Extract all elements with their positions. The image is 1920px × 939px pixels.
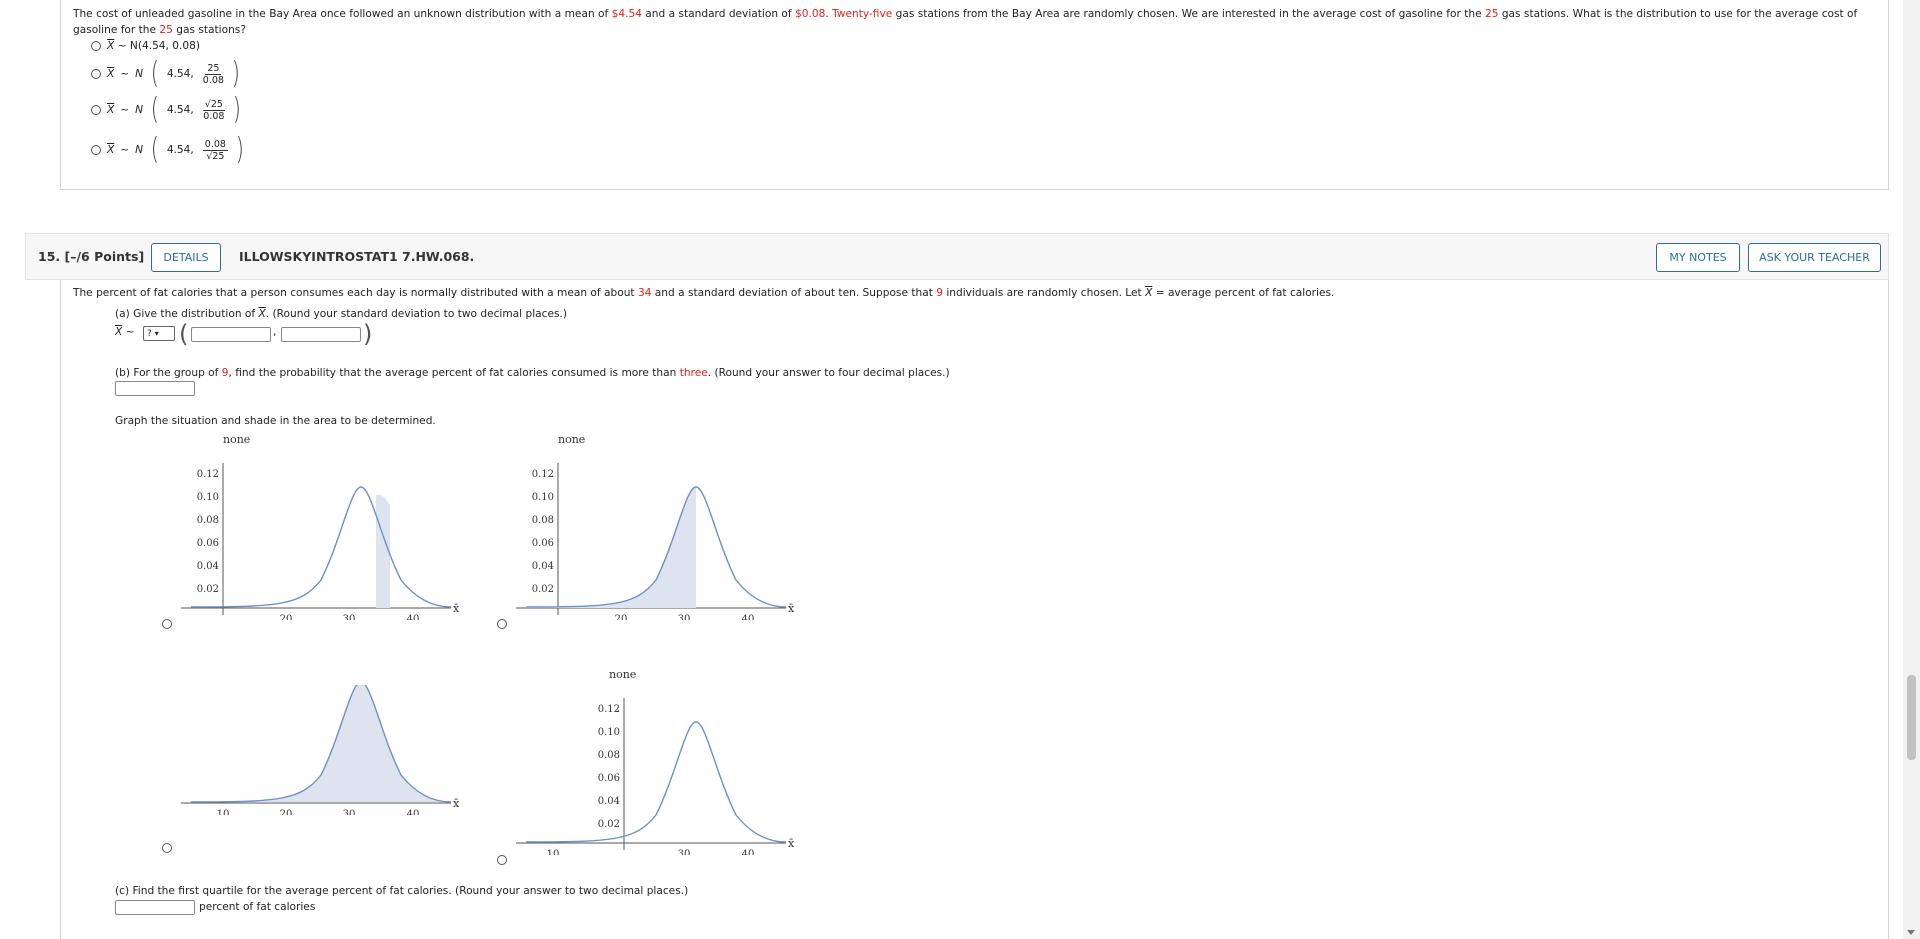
svg-text:10: 10 (547, 849, 560, 855)
radio-button[interactable] (91, 105, 101, 115)
graph-2-svg: none 0.12 0.10 0.08 0.06 0.04 0.02 20 30… (516, 433, 795, 625)
svg-text:40: 40 (407, 614, 420, 620)
question-14-text: The cost of unleaded gasoline in the Bay… (73, 8, 1858, 36)
x-ticks: 20 30 40 (280, 614, 420, 625)
graph-title: none (609, 668, 636, 681)
svg-text:20: 20 (615, 614, 628, 620)
svg-text:40: 40 (407, 809, 420, 815)
x-axis-label: x̄ (788, 602, 795, 615)
radio-button[interactable] (91, 145, 101, 155)
svg-text:20: 20 (280, 614, 293, 620)
svg-text:0.10: 0.10 (197, 492, 219, 503)
graph-option-4: none 0.12 0.10 0.08 0.06 0.04 0.02 10 30… (496, 665, 796, 860)
part-c-prompt: (c) Find the first quartile for the aver… (115, 885, 689, 897)
my-notes-button[interactable]: MY NOTES (1656, 243, 1740, 272)
svg-text:0.04: 0.04 (598, 796, 620, 807)
first-quartile-input[interactable] (115, 900, 195, 915)
svg-text:0.02: 0.02 (197, 584, 219, 595)
x-axis-label: x̄ (453, 602, 460, 615)
left-paren: ( (179, 320, 189, 348)
svg-text:30: 30 (343, 809, 356, 815)
question-15-intro: The percent of fat calories that a perso… (73, 287, 1335, 299)
svg-text:30: 30 (678, 849, 691, 855)
normal-curve (525, 721, 787, 843)
shaded-area (191, 682, 451, 802)
svg-text:0.08: 0.08 (598, 750, 620, 761)
svg-text:0.10: 0.10 (532, 492, 554, 503)
shaded-area (376, 494, 390, 608)
details-button[interactable]: DETAILS (151, 243, 221, 272)
svg-text:0.08: 0.08 (197, 515, 219, 526)
question-14-box: The cost of unleaded gasoline in the Bay… (60, 0, 1889, 190)
x-ticks: 10 30 40 (547, 849, 755, 860)
graph-option-1-radio[interactable] (162, 619, 172, 629)
graph-option-2-radio[interactable] (497, 619, 507, 629)
graph-option-2: none 0.12 0.10 0.08 0.06 0.04 0.02 20 30… (496, 430, 796, 625)
scroll-down-icon[interactable] (1907, 930, 1915, 935)
svg-text:0.12: 0.12 (532, 469, 554, 480)
y-ticks: 0.12 0.10 0.08 0.06 0.04 0.02 (197, 469, 219, 595)
radio-button[interactable] (91, 41, 101, 51)
svg-text:0.04: 0.04 (197, 561, 219, 572)
part-a-prompt: (a) Give the distribution of X. (Round y… (115, 308, 568, 320)
ask-your-teacher-button[interactable]: ASK YOUR TEACHER (1748, 243, 1881, 272)
question-number: 15. [–/6 Points] (38, 249, 145, 264)
normal-curve (190, 486, 452, 608)
y-ticks: 0.12 0.10 0.08 0.06 0.04 0.02 (598, 704, 620, 830)
x-ticks: 10 20 30 40 (217, 809, 420, 820)
graph-title: none (558, 433, 585, 446)
svg-text:0.10: 0.10 (598, 727, 620, 738)
svg-text:0.12: 0.12 (197, 469, 219, 480)
svg-text:0.06: 0.06 (197, 538, 219, 549)
svg-text:0.12: 0.12 (598, 704, 620, 715)
part-c-unit: percent of fat calories (199, 901, 316, 913)
svg-text:0.02: 0.02 (532, 584, 554, 595)
svg-text:40: 40 (742, 614, 755, 620)
x-axis-label: x̄ (788, 837, 795, 850)
svg-text:30: 30 (678, 614, 691, 620)
svg-text:0.02: 0.02 (598, 819, 620, 830)
question-15-body: The percent of fat calories that a perso… (60, 280, 1889, 939)
q14-option-4[interactable]: X ~ N (4.54, 0.08 √25 ) (91, 135, 246, 165)
svg-text:0.06: 0.06 (598, 773, 620, 784)
svg-text:0.08: 0.08 (532, 515, 554, 526)
distribution-select[interactable]: ? ▾ (143, 326, 175, 341)
graph-option-4-radio[interactable] (497, 855, 507, 865)
q14-option-3[interactable]: X ~ N (4.54, √25 0.08 ) (91, 95, 243, 125)
question-code: ILLOWSKYINTROSTAT1 7.HW.068. (239, 249, 475, 264)
radio-button[interactable] (91, 69, 101, 79)
graph-prompt: Graph the situation and shade in the are… (115, 415, 436, 427)
part-b-prompt: (b) For the group of 9, find the probabi… (115, 367, 950, 379)
right-paren: ) (363, 320, 373, 348)
std-dev-input[interactable] (281, 327, 361, 342)
svg-text:0.04: 0.04 (532, 561, 554, 572)
part-a-lhs: X ~ (115, 326, 135, 338)
y-ticks: 0.12 0.10 0.08 0.06 0.04 0.02 (532, 469, 554, 595)
x-ticks: 20 30 40 (615, 614, 755, 625)
page-scrollbar[interactable] (1903, 0, 1920, 939)
question-15-header: 15. [–/6 Points] DETAILS ILLOWSKYINTROST… (25, 233, 1889, 280)
graph-option-3-radio[interactable] (162, 843, 172, 853)
svg-text:20: 20 (280, 809, 293, 815)
graph-option-1: none 0.12 0.10 0.08 0.06 0.04 0.02 20 30… (161, 430, 461, 625)
svg-text:0.06: 0.06 (532, 538, 554, 549)
probability-input[interactable] (115, 381, 195, 396)
graph-1-svg: none 0.12 0.10 0.08 0.06 0.04 0.02 20 30… (181, 433, 460, 625)
graph-3-svg: 10 20 30 40 x̄ (181, 681, 460, 820)
scrollbar-thumb[interactable] (1907, 675, 1916, 760)
x-axis-label: x̄ (453, 797, 460, 810)
graph-option-3: 10 20 30 40 x̄ (161, 681, 461, 820)
mean-input[interactable] (191, 327, 271, 342)
svg-text:30: 30 (343, 614, 356, 620)
svg-text:10: 10 (217, 809, 230, 815)
svg-text:40: 40 (742, 849, 755, 855)
q14-option-1[interactable]: X ~ N(4.54, 0.08) (91, 40, 200, 52)
graph-4-svg: none 0.12 0.10 0.08 0.06 0.04 0.02 10 30… (516, 668, 795, 860)
comma: , (273, 326, 277, 338)
chevron-down-icon: ▾ (154, 329, 159, 338)
q14-option-2[interactable]: X ~ N (4.54, 25 0.08 ) (91, 59, 242, 89)
graph-title: none (223, 433, 250, 446)
